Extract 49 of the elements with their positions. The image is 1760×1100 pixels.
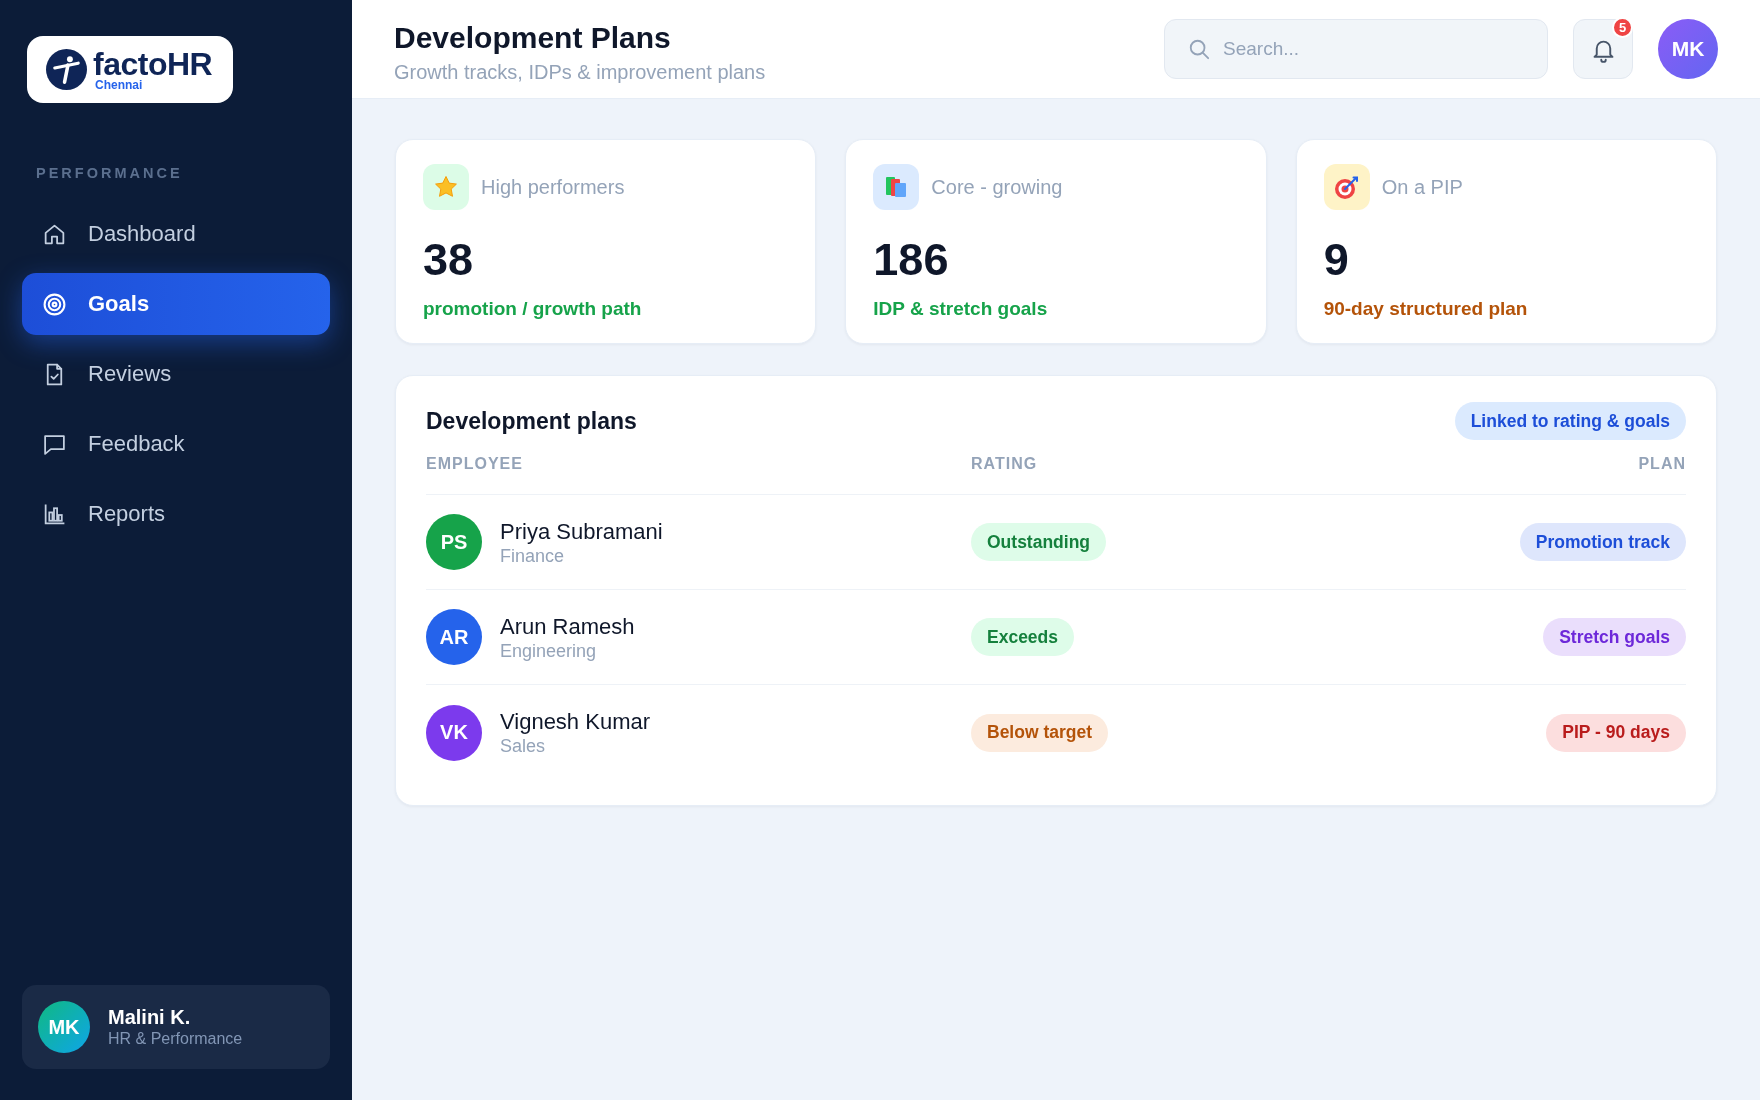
employee-name: Priya Subramani	[500, 517, 663, 545]
plans-title: Development plans	[426, 407, 637, 435]
department-text: Finance	[500, 544, 566, 567]
books-icon	[873, 164, 920, 210]
nav-item[interactable]: Reports	[22, 483, 330, 545]
stat-value: 186	[873, 235, 950, 285]
target-icon	[42, 291, 67, 317]
column-header: EMPLOYEE	[426, 454, 523, 474]
page-title: Development Plans	[394, 20, 672, 56]
profile-avatar[interactable]: MK	[1658, 19, 1718, 79]
stat-label: On a PIP	[1381, 175, 1463, 199]
search-field[interactable]: Search...	[1164, 19, 1548, 79]
department-text: Engineering	[500, 639, 598, 662]
logo-location: Chennai	[95, 78, 144, 91]
employee-avatar: AR	[426, 609, 482, 665]
employee-avatar: PS	[426, 514, 482, 570]
employee-name: Vignesh Kumar	[500, 708, 650, 735]
rating-tag: Below target	[971, 713, 1109, 752]
department-text: Sales	[500, 735, 547, 757]
rating-tag: Exceeds	[971, 618, 1075, 656]
employee-avatar: VK	[426, 704, 482, 761]
stat-label: High performers	[481, 175, 625, 199]
nav-item[interactable]: Goals	[22, 273, 330, 335]
search-icon	[1188, 38, 1210, 60]
linked-tag: Linked to rating & goals	[1454, 402, 1686, 440]
user-avatar: MK	[38, 1001, 90, 1053]
page-subtitle: Growth tracks, IDPs & improvement plans	[394, 60, 767, 84]
nav-item[interactable]: Reviews	[22, 343, 330, 405]
stat-note: 90-day structured plan	[1323, 297, 1529, 321]
plan-tag: PIP - 90 days	[1546, 713, 1686, 752]
rating-tag: Outstanding	[971, 523, 1107, 561]
logo-wordmark: factoHR	[93, 48, 213, 79]
stat-label: Core - growing	[931, 175, 1063, 199]
stat-value: 38	[423, 235, 475, 285]
user-name: Malini K.	[108, 1005, 192, 1029]
stat-value: 9	[1323, 235, 1350, 285]
column-header: PLAN	[1638, 454, 1686, 474]
user-role: HR & Performance	[108, 1029, 243, 1049]
dartboard-icon	[1323, 164, 1370, 210]
nav-item[interactable]: Feedback	[22, 413, 330, 475]
column-header: RATING	[971, 454, 1038, 474]
plan-tag: Promotion track	[1519, 523, 1686, 561]
plan-tag: Stretch goals	[1543, 618, 1686, 656]
nav-item[interactable]: Dashboard	[22, 203, 330, 265]
person-emblem-icon	[46, 49, 87, 90]
section-label: PERFORMANCE	[36, 165, 184, 182]
employee-name: Arun Ramesh	[500, 612, 635, 640]
stat-note: IDP & stretch goals	[873, 297, 1049, 321]
stat-note: promotion / growth path	[423, 297, 643, 321]
